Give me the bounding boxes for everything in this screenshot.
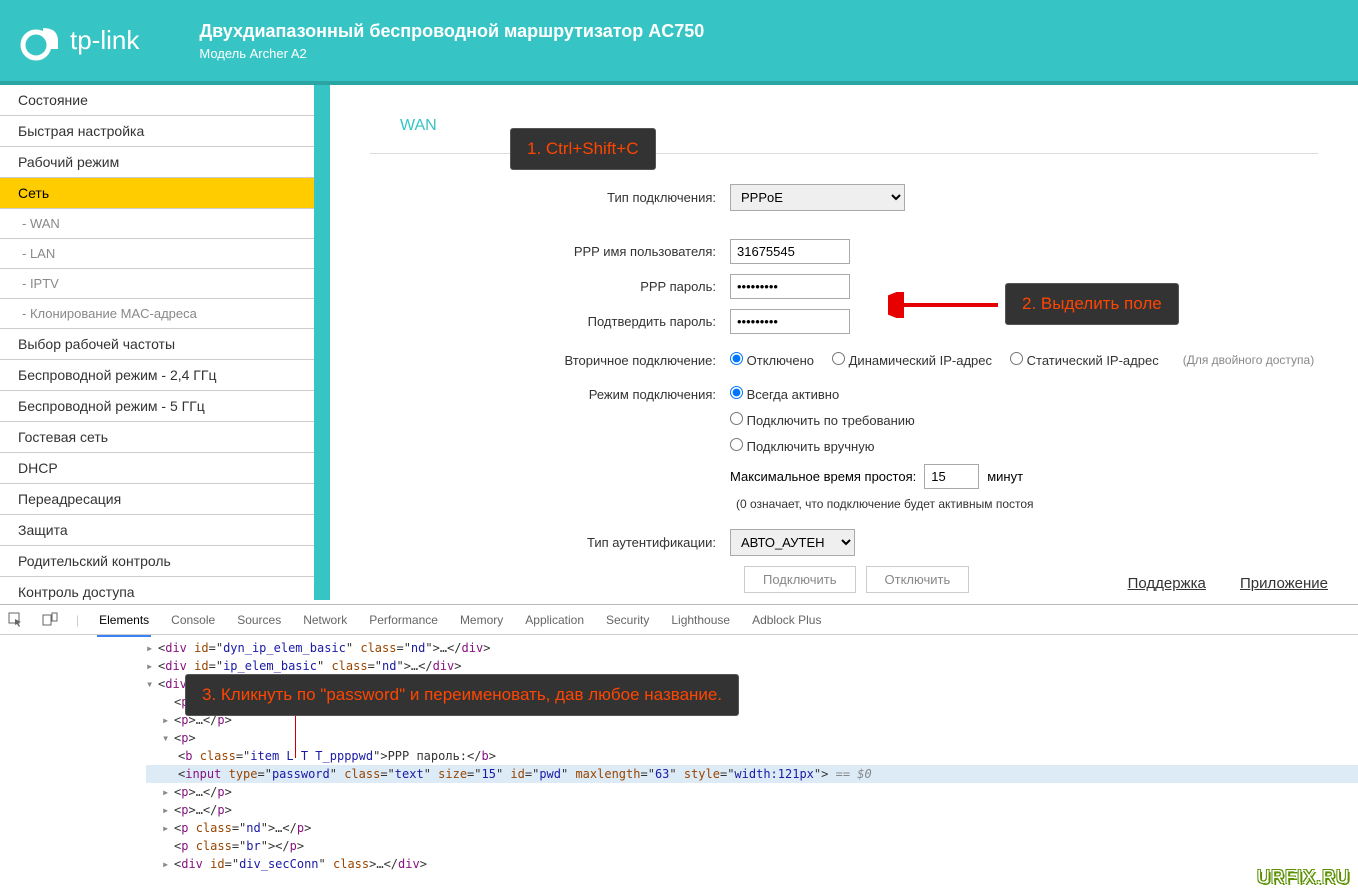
sec-opt-static[interactable]: Статический IP-адрес [1010, 352, 1159, 368]
sec-opt-dyn[interactable]: Динамический IP-адрес [832, 352, 992, 368]
footer-links: Поддержка Приложение [1098, 575, 1328, 592]
devtools-tab-adblock plus[interactable]: Adblock Plus [750, 605, 823, 635]
devtools-tab-sources[interactable]: Sources [235, 605, 283, 635]
sidebar-item-16[interactable]: Контроль доступа [0, 577, 314, 600]
sidebar-item-9[interactable]: Беспроводной режим - 2,4 ГГц [0, 360, 314, 391]
ppp-pwd-input[interactable] [730, 274, 850, 299]
secondary-label: Вторичное подключение: [370, 353, 730, 368]
sidebar-item-2[interactable]: Рабочий режим [0, 147, 314, 178]
idle-input[interactable] [924, 464, 979, 489]
product-title: Двухдиапазонный беспроводной маршрутизат… [199, 21, 704, 42]
connect-button[interactable]: Подключить [744, 566, 856, 593]
sidebar-item-4[interactable]: - WAN [0, 209, 314, 239]
devtools-tab-elements[interactable]: Elements [97, 605, 151, 637]
mode-always[interactable]: Всегда активно [730, 386, 839, 402]
annotation-arrow-icon [888, 292, 1003, 321]
sidebar-item-15[interactable]: Родительский контроль [0, 546, 314, 577]
sidebar-nav: СостояниеБыстрая настройкаРабочий режимС… [0, 85, 320, 600]
logo-text: tp-link [70, 25, 139, 56]
conn-type-label: Тип подключения: [370, 190, 730, 205]
devtools-tab-console[interactable]: Console [169, 605, 217, 635]
devtools-tab-application[interactable]: Application [523, 605, 586, 635]
mode-manual[interactable]: Подключить вручную [730, 438, 874, 454]
idle-unit: минут [987, 469, 1023, 484]
devtools-tab-performance[interactable]: Performance [367, 605, 440, 635]
annotation-red-line [295, 710, 296, 758]
secondary-note: (Для двойного доступа) [1183, 353, 1314, 367]
app-header: tp-link Двухдиапазонный беспроводной мар… [0, 0, 1358, 85]
sec-opt-off[interactable]: Отключено [730, 352, 814, 368]
sidebar-item-7[interactable]: - Клонирование MAC-адреса [0, 299, 314, 329]
ppp-pwd2-label: Подтвердить пароль: [370, 314, 730, 329]
disconnect-button[interactable]: Отключить [866, 566, 970, 593]
sidebar-item-6[interactable]: - IPTV [0, 269, 314, 299]
tplink-logo-icon [20, 21, 60, 61]
annotation-2: 2. Выделить поле [1005, 283, 1179, 325]
ppp-user-input[interactable] [730, 239, 850, 264]
devtools-tab-memory[interactable]: Memory [458, 605, 505, 635]
devtools-toolbar: | ElementsConsoleSourcesNetworkPerforman… [0, 605, 1358, 635]
devtools-panel: | ElementsConsoleSourcesNetworkPerforman… [0, 604, 1358, 872]
sidebar-item-11[interactable]: Гостевая сеть [0, 422, 314, 453]
sidebar-item-14[interactable]: Защита [0, 515, 314, 546]
watermark: URFIX.RU [1257, 867, 1350, 888]
auth-select[interactable]: АВТО_АУТЕН [730, 529, 855, 556]
logo: tp-link [20, 21, 139, 61]
ppp-pwd2-input[interactable] [730, 309, 850, 334]
idle-label: Максимальное время простоя: [730, 469, 916, 484]
device-icon[interactable] [42, 612, 58, 628]
inspect-icon[interactable] [8, 612, 24, 628]
sidebar-item-13[interactable]: Переадресация [0, 484, 314, 515]
auth-label: Тип аутентификации: [370, 535, 730, 550]
idle-note: (0 означает, что подключение будет актив… [736, 497, 1034, 511]
product-model: Модель Archer A2 [199, 46, 704, 61]
app-link[interactable]: Приложение [1240, 575, 1328, 592]
annotation-3: 3. Кликнуть по "password" и переименоват… [185, 674, 739, 716]
sidebar-item-12[interactable]: DHCP [0, 453, 314, 484]
sidebar-item-8[interactable]: Выбор рабочей частоты [0, 329, 314, 360]
devtools-elements-tree[interactable]: ▸<div id="dyn_ip_elem_basic" class="nd">… [0, 635, 1358, 871]
main-content: WAN Тип подключения: PPPoE PPP имя польз… [330, 85, 1358, 600]
sidebar-item-5[interactable]: - LAN [0, 239, 314, 269]
sidebar-item-0[interactable]: Состояние [0, 85, 314, 116]
conn-type-select[interactable]: PPPoE [730, 184, 905, 211]
mode-demand[interactable]: Подключить по требованию [730, 412, 915, 428]
header-title-block: Двухдиапазонный беспроводной маршрутизат… [199, 21, 704, 61]
ppp-pwd-label: PPP пароль: [370, 279, 730, 294]
ppp-user-label: PPP имя пользователя: [370, 244, 730, 259]
sidebar-item-3[interactable]: Сеть [0, 178, 314, 209]
devtools-tab-lighthouse[interactable]: Lighthouse [669, 605, 732, 635]
annotation-1: 1. Ctrl+Shift+C [510, 128, 656, 170]
devtools-tab-security[interactable]: Security [604, 605, 651, 635]
support-link[interactable]: Поддержка [1128, 575, 1206, 592]
sidebar-item-10[interactable]: Беспроводной режим - 5 ГГц [0, 391, 314, 422]
conn-mode-label: Режим подключения: [370, 387, 730, 402]
devtools-tab-network[interactable]: Network [301, 605, 349, 635]
sidebar-resize-handle[interactable] [320, 85, 330, 600]
sidebar-item-1[interactable]: Быстрая настройка [0, 116, 314, 147]
